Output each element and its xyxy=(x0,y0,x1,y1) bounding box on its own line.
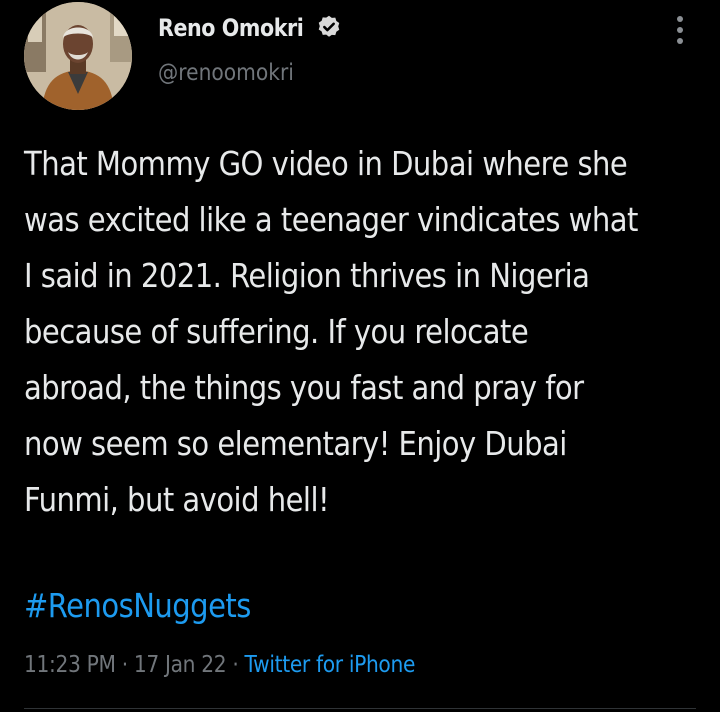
tweet-detail: Reno Omokri @renoomokri That Mommy GO vi… xyxy=(0,0,720,712)
tweet-source-link[interactable]: Twitter for iPhone xyxy=(245,652,416,678)
more-vertical-icon-dot xyxy=(677,27,683,33)
more-vertical-icon-dot xyxy=(677,38,683,44)
avatar[interactable] xyxy=(24,2,132,110)
author-display-name[interactable]: Reno Omokri xyxy=(158,14,304,42)
tweet-text: That Mommy GO video in Dubai where she w… xyxy=(24,144,638,519)
tweet-date[interactable]: 17 Jan 22 xyxy=(134,652,227,678)
meta-separator: · xyxy=(226,652,245,678)
hashtag-link[interactable]: #RenosNuggets xyxy=(24,586,251,625)
more-vertical-icon xyxy=(677,16,683,22)
tweet-time[interactable]: 11:23 PM xyxy=(24,652,116,678)
author-name-row: Reno Omokri xyxy=(158,8,343,48)
more-options-button[interactable] xyxy=(666,14,694,46)
meta-separator: · xyxy=(115,652,134,678)
avatar-photo xyxy=(24,2,132,110)
tweet-metadata: 11:23 PM · 17 Jan 22 · Twitter for iPhon… xyxy=(24,652,415,678)
author-info[interactable]: Reno Omokri @renoomokri xyxy=(158,8,343,86)
author-handle[interactable]: @renoomokri xyxy=(158,60,294,86)
divider xyxy=(24,708,696,709)
verified-badge-icon xyxy=(315,14,343,42)
